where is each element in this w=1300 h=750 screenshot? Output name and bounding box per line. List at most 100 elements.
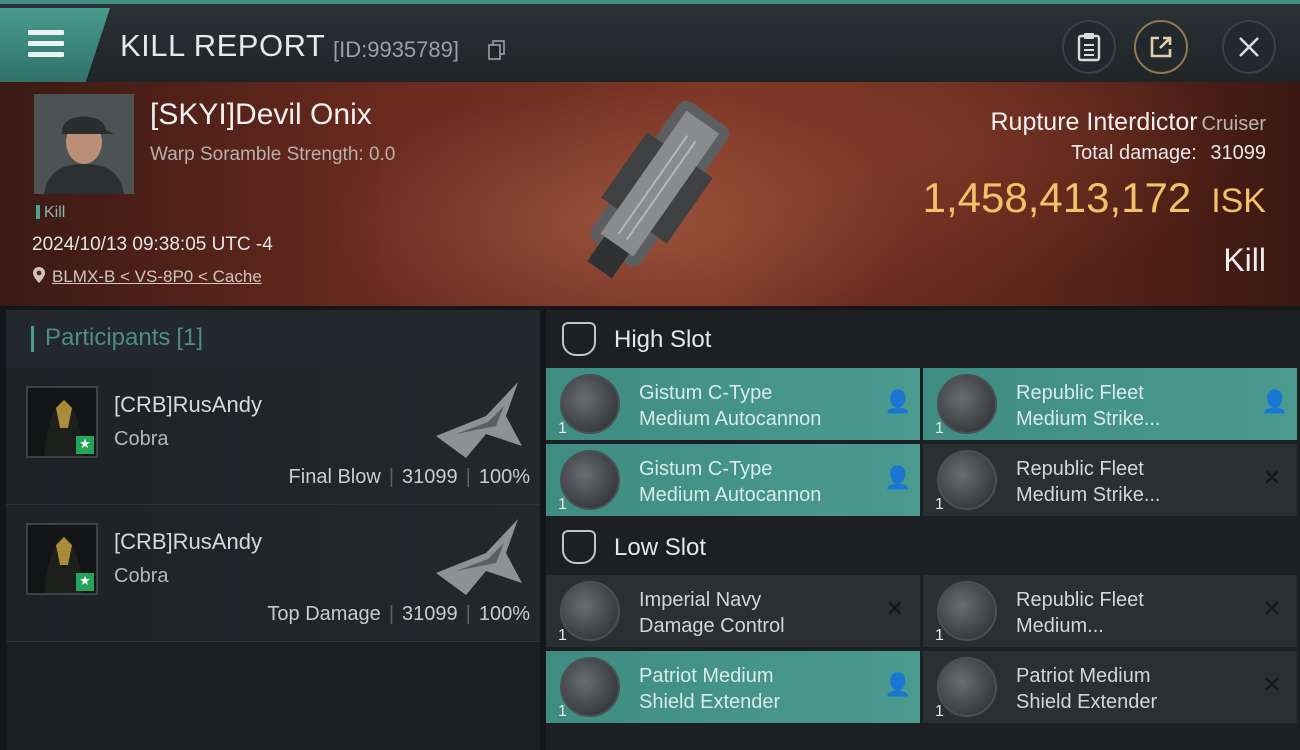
module-name: Imperial Navy Damage Control	[639, 589, 785, 637]
clipboard-button[interactable]	[1062, 20, 1116, 74]
module-name: Patriot Medium Shield Extender	[639, 665, 781, 713]
victim-portrait[interactable]	[34, 94, 134, 194]
participants-count: [1]	[176, 324, 204, 351]
module-item[interactable]: 1 Imperial Navy Damage Control ✕	[546, 575, 920, 647]
total-damage-label: Total damage:	[1071, 142, 1197, 164]
module-item[interactable]: 1 Patriot Medium Shield Extender 👤	[546, 651, 920, 723]
kill-tag: Kill	[36, 204, 65, 222]
participant-role: Final Blow	[288, 466, 381, 488]
participant-percent: 100%	[478, 603, 530, 625]
participant-row[interactable]: ★ [CRB]RusAndy Cobra Top Damage | 31099 | 10…	[6, 505, 540, 642]
module-qty: 1	[558, 496, 567, 513]
module-item[interactable]: 1 Republic Fleet Medium Strike... ✕	[923, 444, 1297, 516]
participant-ship-image	[436, 519, 522, 595]
victim-ship-name[interactable]: Rupture Interdictor Cruiser	[991, 108, 1267, 137]
victim-name[interactable]: [SKYI]Devil Onix	[150, 98, 372, 132]
module-name: Patriot Medium Shield Extender	[1016, 665, 1158, 713]
high-slot-header: High Slot	[546, 310, 1300, 368]
participant-stats: Final Blow | 31099 | 100%	[288, 466, 530, 488]
hamburger-icon	[28, 30, 64, 58]
shield-extender-icon	[560, 657, 620, 717]
module-item[interactable]: 1 Republic Fleet Medium Strike... 👤	[923, 368, 1297, 440]
participant-avatar[interactable]: ★	[26, 523, 98, 595]
kill-date: 2024/10/13 09:38:05 UTC -4	[32, 234, 273, 255]
close-icon	[1239, 37, 1259, 57]
participant-percent: 100%	[478, 466, 530, 488]
module-item[interactable]: 1 Patriot Medium Shield Extender ✕	[923, 651, 1297, 723]
module-item[interactable]: 1 Gistum C-Type Medium Autocannon 👤	[546, 368, 920, 440]
participant-ship: Cobra	[114, 428, 169, 450]
damage-control-icon	[560, 581, 620, 641]
total-damage: Total damage: 31099	[1071, 142, 1266, 165]
module-name: Republic Fleet Medium Strike...	[1016, 458, 1161, 506]
low-slot-icon	[562, 530, 596, 564]
participant-name[interactable]: [CRB]RusAndy	[114, 392, 262, 418]
fitting-panel: High Slot 1 Gistum C-Type Medium Autocann…	[546, 310, 1300, 750]
high-slot-icon	[562, 322, 596, 356]
person-icon: 👤	[884, 466, 912, 491]
module-name: Gistum C-Type Medium Autocannon	[639, 382, 822, 430]
low-slot-label: Low Slot	[614, 534, 707, 561]
warp-scramble-strength: Warp Soramble Strength: 0.0	[150, 144, 396, 165]
module-qty: 1	[935, 627, 944, 644]
star-icon: ★	[76, 573, 94, 591]
participant-ship-image	[436, 382, 522, 458]
isk-value: 1,458,413,172 ISK	[923, 174, 1266, 222]
module-qty: 1	[558, 703, 567, 720]
autocannon-icon	[560, 374, 620, 434]
module-name: Gistum C-Type Medium Autocannon	[639, 458, 822, 506]
share-icon	[1150, 36, 1172, 58]
low-slot-header: Low Slot	[546, 518, 1300, 576]
ship-class: Cruiser	[1201, 113, 1266, 135]
x-icon: ✕	[1262, 597, 1282, 622]
participant-row[interactable]: ★ [CRB]RusAndy Cobra Final Blow | 31099 | 10…	[6, 368, 540, 505]
module-qty: 1	[935, 496, 944, 513]
shield-extender-icon	[937, 657, 997, 717]
title-bar: KILL REPORT [ID:9935789]	[0, 0, 1300, 82]
module-name: Republic Fleet Medium Strike...	[1016, 382, 1161, 430]
x-icon: ✕	[1262, 673, 1282, 698]
ship-name-text: Rupture Interdictor	[990, 108, 1198, 136]
participant-stats: Top Damage | 31099 | 100%	[267, 603, 530, 625]
total-damage-value: 31099	[1210, 142, 1266, 164]
report-id: [ID:9935789]	[333, 37, 459, 62]
victim-summary: [SKYI]Devil Onix Warp Soramble Strength:…	[0, 82, 1300, 306]
participants-header: Participants [1]	[6, 310, 540, 368]
module-qty: 1	[935, 703, 944, 720]
location-pin-icon	[33, 267, 45, 283]
module-item[interactable]: 1 Republic Fleet Medium... ✕	[923, 575, 1297, 647]
module-qty: 1	[935, 420, 944, 437]
close-button[interactable]	[1222, 20, 1276, 74]
page-title: KILL REPORT	[120, 28, 326, 63]
x-icon: ✕	[1262, 466, 1282, 491]
participant-avatar[interactable]: ★	[26, 386, 98, 458]
result-label: Kill	[1223, 242, 1266, 278]
isk-amount: 1,458,413,172	[922, 174, 1192, 221]
person-icon: 👤	[884, 673, 912, 698]
missile-launcher-icon	[937, 374, 997, 434]
menu-button[interactable]	[0, 8, 110, 82]
missile-launcher-icon	[937, 450, 997, 510]
isk-unit: ISK	[1211, 182, 1266, 220]
participant-role: Top Damage	[267, 603, 381, 625]
module-qty: 1	[558, 627, 567, 644]
clipboard-icon	[1077, 33, 1101, 62]
participant-damage: 31099	[402, 603, 458, 625]
person-icon: 👤	[1261, 390, 1289, 415]
module-name: Republic Fleet Medium...	[1016, 589, 1144, 637]
share-button[interactable]	[1134, 20, 1188, 74]
module-item[interactable]: 1 Gistum C-Type Medium Autocannon 👤	[546, 444, 920, 516]
participant-name[interactable]: [CRB]RusAndy	[114, 529, 262, 555]
location-text[interactable]: BLMX-B < VS-8P0 < Cache	[52, 267, 262, 286]
participants-title: Participants	[45, 324, 171, 351]
star-icon: ★	[76, 436, 94, 454]
autocannon-icon	[560, 450, 620, 510]
participant-ship: Cobra	[114, 565, 169, 587]
victim-ship-image	[587, 100, 730, 279]
high-slot-label: High Slot	[614, 326, 712, 353]
capacitor-icon	[937, 581, 997, 641]
x-icon: ✕	[885, 597, 905, 622]
copy-icon[interactable]	[488, 40, 506, 60]
location-link[interactable]: BLMX-B < VS-8P0 < Cache	[32, 266, 262, 287]
participant-damage: 31099	[402, 466, 458, 488]
